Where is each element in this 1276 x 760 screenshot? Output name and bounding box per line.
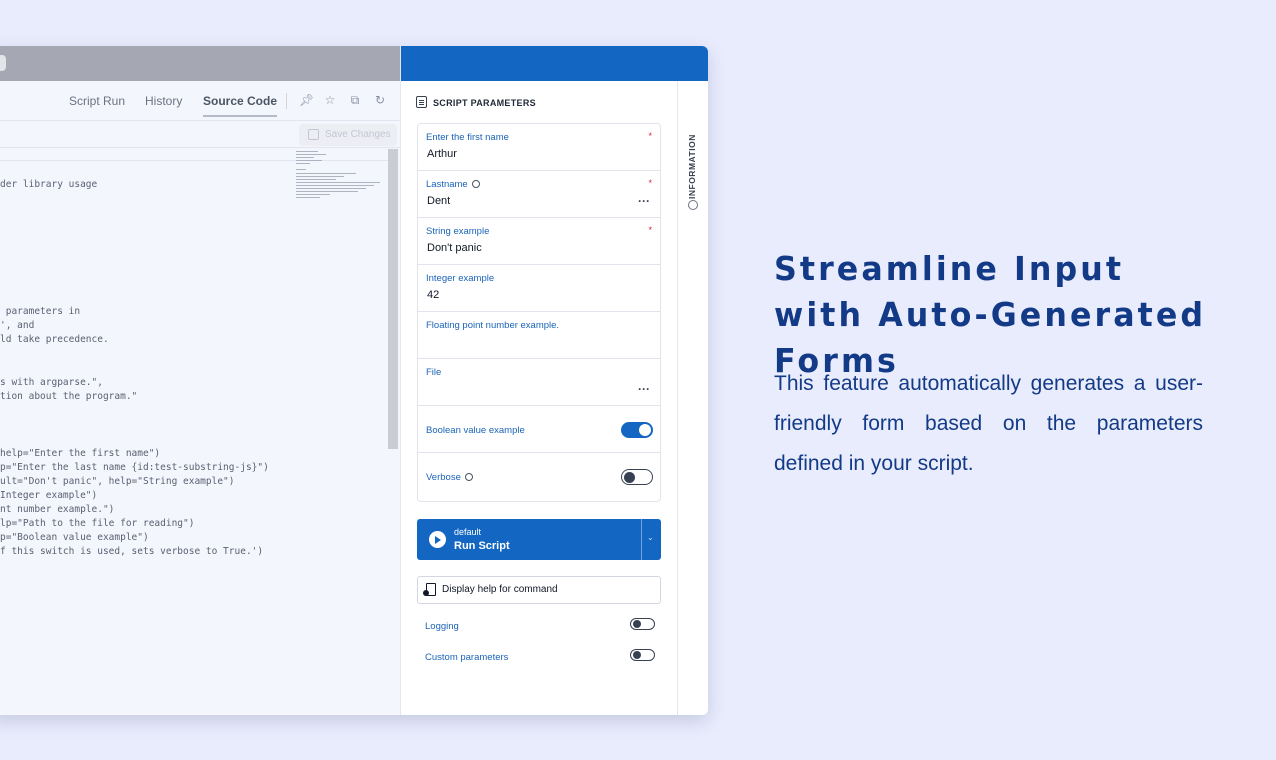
field-label: Boolean value example	[426, 425, 525, 436]
pin-icon[interactable]: 📌︎	[299, 93, 314, 107]
code-line: der library usage	[0, 179, 98, 190]
information-side-tab[interactable]: INFORMATION	[677, 81, 708, 715]
info-icon	[688, 200, 698, 210]
code-line: ld take precedence.	[0, 334, 109, 345]
tab-bar: Script Run History Source Code 📌︎ ☆ ⧉ ↻	[0, 81, 400, 121]
field-float-example[interactable]: Floating point number example.	[418, 312, 660, 359]
more-options-icon[interactable]: ···	[638, 195, 650, 207]
required-marker: *	[648, 225, 652, 235]
code-line: help="Enter the first name")	[0, 448, 161, 459]
save-changes-label: Save Changes	[325, 129, 391, 140]
field-label: Enter the first name	[426, 132, 509, 143]
field-integer-example[interactable]: Integer example 42	[418, 265, 660, 312]
required-marker: *	[648, 178, 652, 188]
custom-parameters-toggle[interactable]	[630, 649, 655, 661]
lastname-input[interactable]: Dent	[427, 195, 450, 207]
field-string-example[interactable]: String example * Don't panic	[418, 218, 660, 265]
field-label-text: Verbose	[426, 472, 461, 483]
chevron-down-icon[interactable]: ⌄	[647, 533, 654, 542]
field-file[interactable]: File ···	[418, 359, 660, 406]
code-line: ult="Don't panic", help="String example"…	[0, 476, 235, 487]
code-line: Integer example")	[0, 490, 98, 501]
field-label: Integer example	[426, 273, 495, 284]
field-verbose[interactable]: Verbose	[418, 453, 660, 500]
logging-toggle[interactable]	[630, 618, 655, 630]
run-button-divider	[641, 519, 642, 560]
run-script-label: Run Script	[454, 540, 510, 552]
window-control[interactable]	[0, 55, 6, 71]
code-line: parameters in	[0, 306, 81, 317]
code-line: nt number example.")	[0, 504, 115, 515]
save-changes-button[interactable]: Save Changes	[299, 124, 397, 146]
info-icon[interactable]	[471, 180, 480, 188]
source-editor-pane: Script Run History Source Code 📌︎ ☆ ⧉ ↻ …	[0, 46, 400, 715]
field-label-text: Lastname	[426, 179, 468, 190]
file-browse-icon[interactable]: ···	[638, 383, 650, 395]
required-marker: *	[648, 131, 652, 141]
display-help-button[interactable]: Display help for command	[417, 576, 661, 604]
scrollbar-thumb[interactable]	[388, 149, 398, 449]
field-label: Floating point number example.	[426, 320, 560, 331]
star-icon[interactable]: ☆	[323, 93, 337, 107]
integer-example-input[interactable]: 42	[427, 289, 439, 301]
code-line: s with argparse.",	[0, 377, 103, 388]
string-example-input[interactable]: Don't panic	[427, 242, 482, 254]
parameters-form: Enter the first name * Arthur Lastname *…	[417, 123, 661, 502]
field-first-name[interactable]: Enter the first name * Arthur	[418, 124, 660, 171]
play-icon	[429, 531, 446, 548]
refresh-icon[interactable]: ↻	[373, 93, 387, 107]
info-icon[interactable]	[464, 473, 473, 481]
field-label: File	[426, 367, 442, 378]
panel-top-bar	[401, 46, 708, 81]
first-name-input[interactable]: Arthur	[427, 148, 457, 160]
logging-option[interactable]: Logging	[425, 618, 657, 634]
app-window: Script Run History Source Code 📌︎ ☆ ⧉ ↻ …	[0, 46, 708, 715]
custom-parameters-option[interactable]: Custom parameters	[425, 649, 657, 665]
tab-history[interactable]: History	[145, 94, 182, 108]
boolean-example-toggle[interactable]	[621, 422, 653, 438]
marketing-description: This feature automatically generates a u…	[774, 372, 1203, 475]
panel-title: SCRIPT PARAMETERS	[416, 96, 536, 108]
code-line: tion about the program."	[0, 391, 138, 402]
code-line: f this switch is used, sets verbose to T…	[0, 546, 264, 557]
help-document-icon	[423, 583, 436, 596]
field-label: Verbose	[426, 472, 473, 483]
code-line: ', and	[0, 320, 35, 331]
tab-source-code[interactable]: Source Code	[203, 94, 278, 117]
custom-parameters-label: Custom parameters	[425, 652, 509, 663]
save-icon	[308, 129, 319, 140]
tab-script-run[interactable]: Script Run	[69, 94, 125, 108]
code-minimap[interactable]	[296, 149, 386, 209]
field-label: String example	[426, 226, 490, 237]
run-script-button[interactable]: default Run Script ⌄	[417, 519, 661, 560]
editor-top-bar	[0, 46, 400, 81]
code-line: lp="Path to the file for reading")	[0, 518, 195, 529]
parameters-icon	[416, 96, 427, 108]
code-line: p="Boolean value example")	[0, 532, 149, 543]
field-lastname[interactable]: Lastname * Dent ···	[418, 171, 660, 218]
field-boolean-example[interactable]: Boolean value example	[418, 406, 660, 453]
field-label: Lastname	[426, 179, 480, 190]
run-config-name: default	[454, 527, 482, 537]
code-line: p="Enter the last name {id:test-substrin…	[0, 462, 269, 473]
editor-action-row: Save Changes	[0, 122, 400, 148]
code-scrollbar[interactable]	[388, 149, 400, 715]
information-tab-label: INFORMATION	[687, 134, 697, 199]
code-editor[interactable]: der library usage parameters in ', and l…	[0, 149, 388, 715]
display-help-label: Display help for command	[442, 584, 558, 595]
verbose-toggle[interactable]	[621, 469, 653, 485]
toolbar-divider	[286, 93, 287, 109]
external-link-icon[interactable]: ⧉	[348, 93, 362, 107]
logging-label: Logging	[425, 621, 459, 632]
script-parameters-panel: SCRIPT PARAMETERS Enter the first name *…	[400, 46, 708, 715]
panel-title-text: SCRIPT PARAMETERS	[433, 98, 536, 108]
